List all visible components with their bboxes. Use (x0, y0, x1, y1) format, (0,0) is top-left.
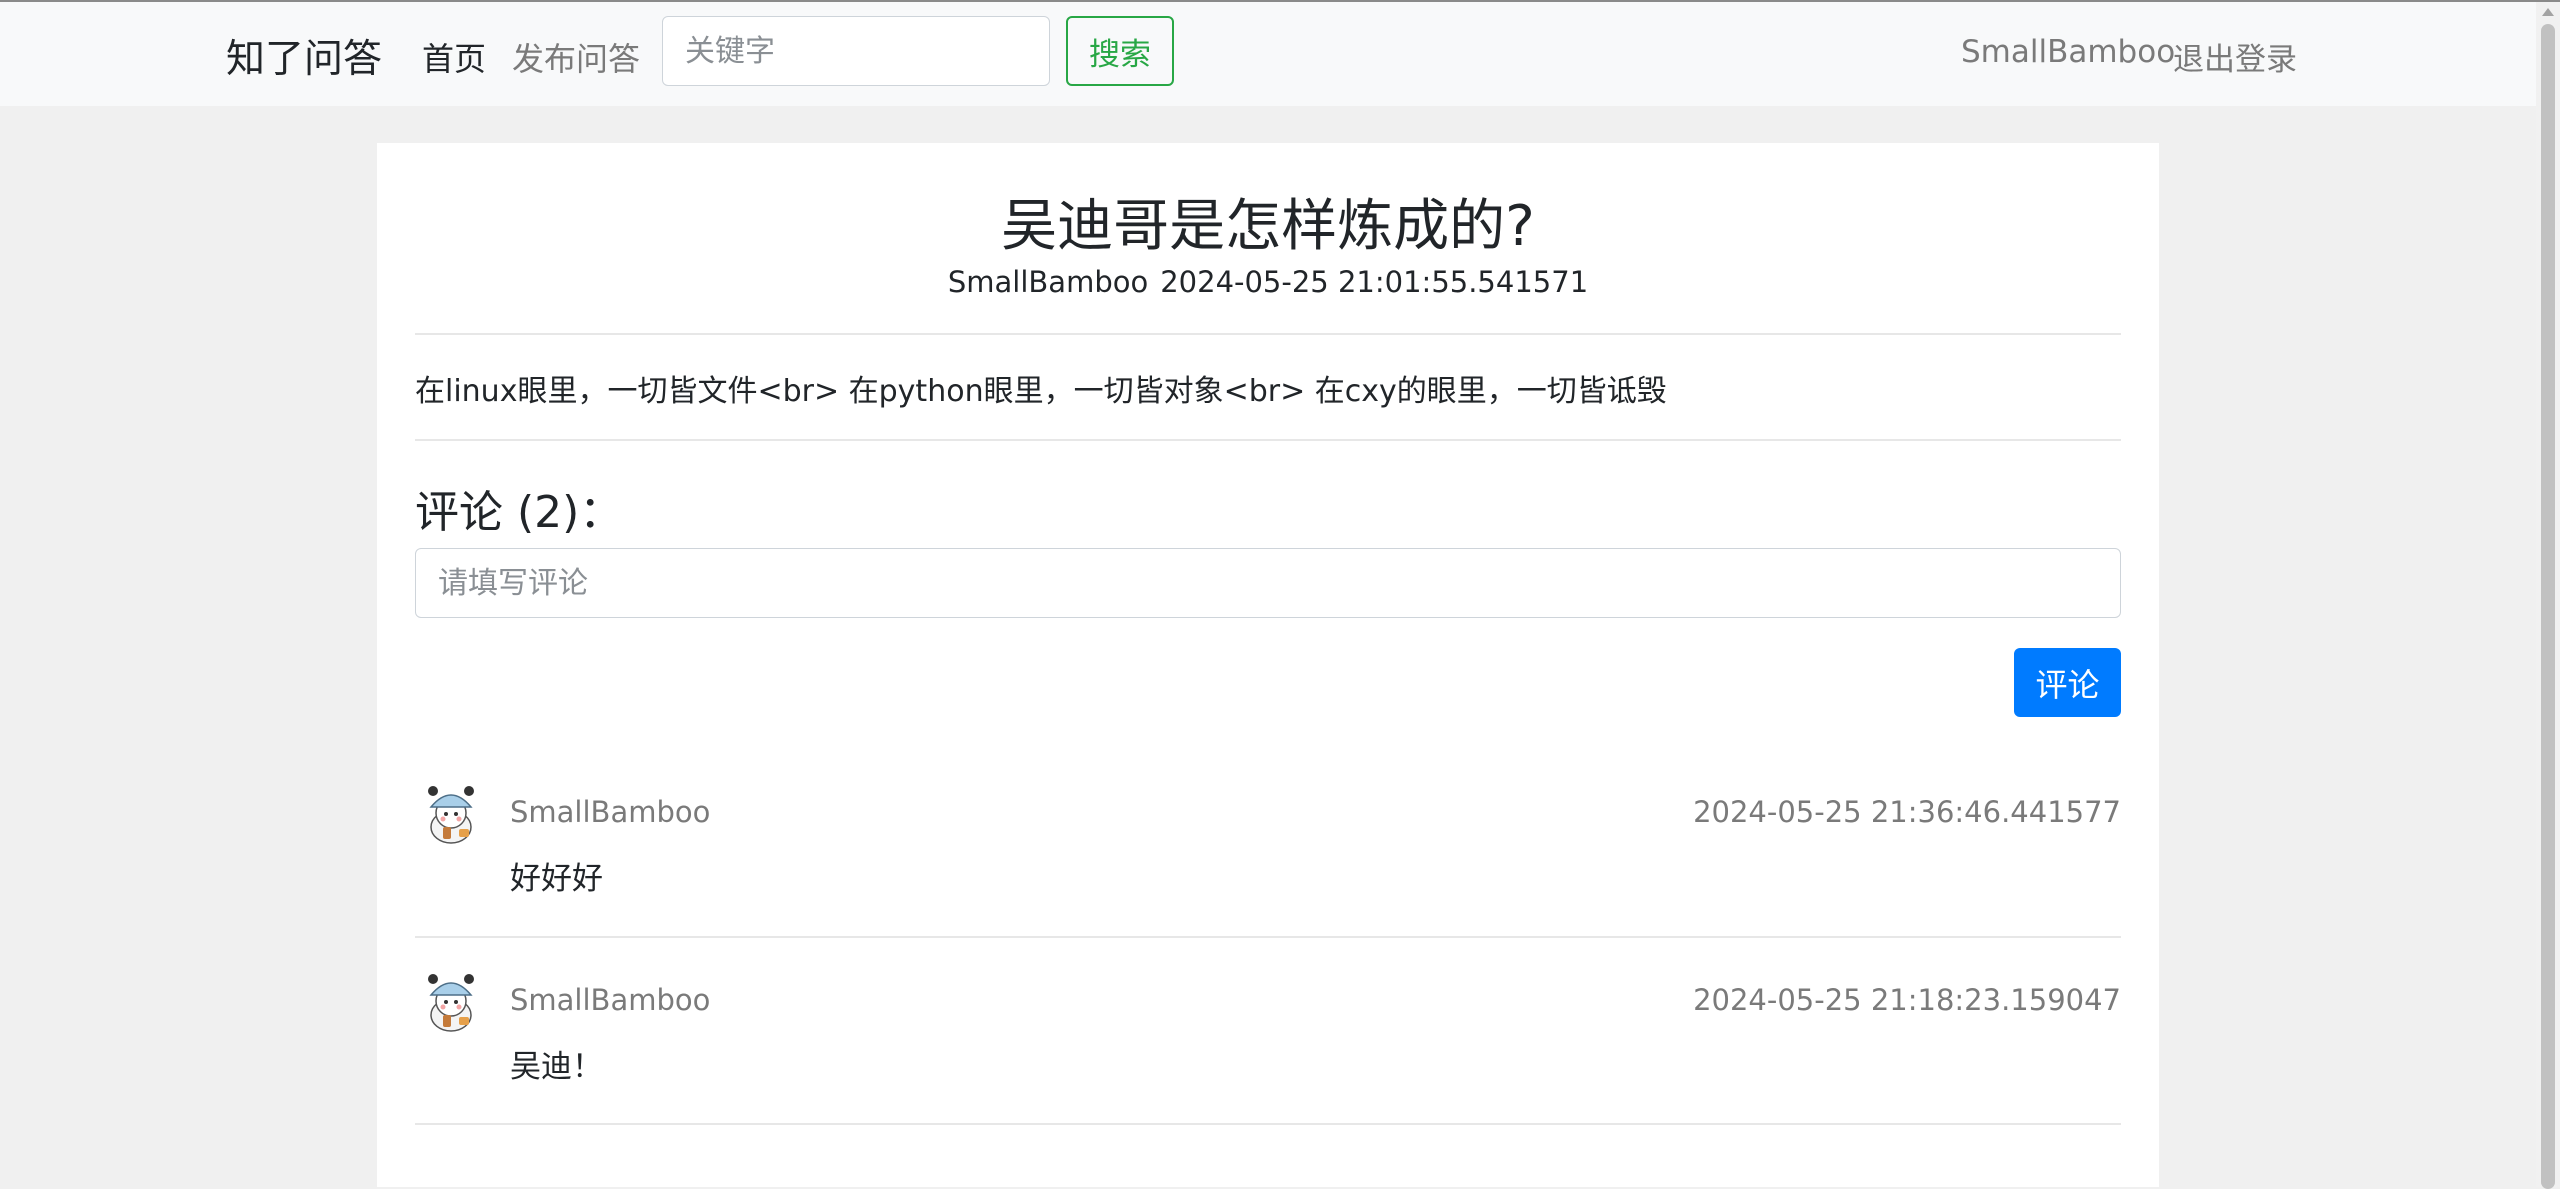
comment-text: 好好好 (510, 861, 603, 897)
question-title: 吴迪哥是怎样炼成的? (1001, 194, 1535, 259)
comment-author: SmallBamboo (510, 983, 711, 1017)
comment-item: SmallBamboo 2024-05-25 21:36:46.441577 好… (415, 763, 2121, 931)
comment-time: 2024-05-25 21:18:23.159047 (1693, 983, 2121, 1017)
divider (415, 936, 2121, 938)
comment-text: 吴迪！ (510, 1049, 603, 1085)
search-input[interactable] (662, 16, 1050, 86)
comment-author: SmallBamboo (510, 795, 711, 829)
logout-link[interactable]: 退出登录 (2173, 34, 2297, 79)
nav-publish-link[interactable]: 发布问答 (512, 34, 640, 80)
panda-avatar-icon (415, 965, 487, 1037)
question-meta: SmallBamboo 2024-05-25 21:01:55.541571 (377, 265, 2159, 299)
question-author: SmallBamboo (947, 265, 1149, 299)
question-card: 吴迪哥是怎样炼成的? SmallBamboo 2024-05-25 21:01:5… (377, 143, 2159, 1187)
scroll-up-arrow-icon[interactable] (2542, 8, 2554, 16)
question-time: 2024-05-25 21:01:55.541571 (1160, 265, 1589, 299)
navbar: 知了问答 首页 发布问答 搜索 SmallBamboo 退出登录 (0, 2, 2536, 106)
comments-header: 评论 (2)： (415, 487, 624, 538)
divider (415, 439, 2121, 441)
comment-time: 2024-05-25 21:36:46.441577 (1693, 795, 2121, 829)
submit-comment-button[interactable]: 评论 (2014, 648, 2121, 717)
avatar (415, 965, 487, 1037)
divider (415, 333, 2121, 335)
comment-item: SmallBamboo 2024-05-25 21:18:23.159047 吴… (415, 951, 2121, 1119)
divider (415, 1123, 2121, 1125)
panda-avatar-icon (415, 777, 487, 849)
nav-home-link[interactable]: 首页 (422, 34, 486, 80)
comment-input[interactable] (415, 548, 2121, 618)
user-name-link[interactable]: SmallBamboo (1961, 34, 2175, 70)
search-button[interactable]: 搜索 (1066, 16, 1174, 86)
scroll-thumb[interactable] (2541, 24, 2555, 1189)
question-content: 在linux眼里，一切皆文件<br> 在python眼里，一切皆对象<br> 在… (415, 374, 1667, 409)
avatar (415, 777, 487, 849)
brand-logo[interactable]: 知了问答 (226, 28, 382, 84)
page-scrollbar[interactable] (2536, 2, 2560, 1189)
